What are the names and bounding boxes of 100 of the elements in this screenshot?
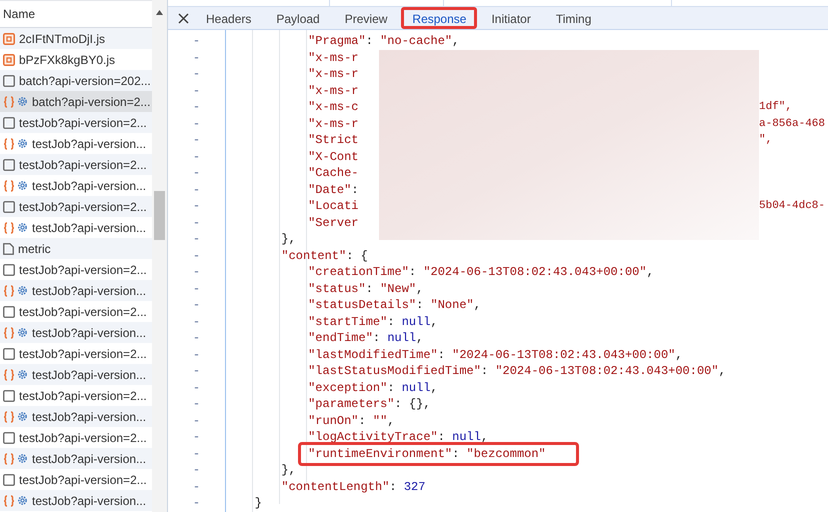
gear-icon: [17, 327, 28, 338]
gear-icon: [17, 369, 28, 380]
request-row[interactable]: testJob?api-version...: [0, 448, 152, 469]
code-line: "Locati: [308, 198, 359, 214]
gear-icon: [17, 180, 28, 191]
code-fragment: 5b04-4dc8-: [759, 199, 826, 214]
line-marker: -: [192, 182, 202, 198]
tab[interactable]: Initiator: [480, 7, 542, 29]
gear-icon: [17, 495, 28, 506]
code-line: "lastStatusModifiedTime": "2024-06-13T08:02:43.043+00:00",: [308, 363, 726, 380]
braces-icon: [3, 410, 15, 422]
document-icon: [3, 158, 15, 170]
page-icon: [3, 242, 14, 254]
line-marker: -: [192, 66, 202, 82]
column-header[interactable]: Name: [0, 5, 36, 27]
request-row[interactable]: testJob?api-version...: [0, 280, 152, 301]
braces-icon: [3, 452, 15, 464]
script-file-icon: [3, 32, 15, 44]
gear-icon: [17, 453, 28, 464]
scrollbar[interactable]: [152, 0, 167, 512]
tab[interactable]: Headers: [195, 7, 262, 29]
braces-icon: [3, 326, 15, 338]
document-icon: [3, 474, 15, 486]
document-icon: [3, 264, 15, 276]
line-marker: -: [192, 446, 202, 462]
line-marker: -: [192, 396, 202, 412]
document-icon: [3, 306, 15, 318]
code-line: "statusDetails": "None",: [308, 297, 481, 314]
code-fragment: ",: [759, 133, 772, 148]
request-row[interactable]: testJob?api-version...: [0, 364, 152, 385]
code-line: },: [281, 462, 296, 478]
code-line: "x-ms-r: [308, 50, 359, 66]
code-line: "runOn": "",: [308, 412, 395, 429]
line-marker: -: [192, 214, 202, 231]
line-marker: -: [192, 264, 202, 280]
close-icon[interactable]: [178, 12, 189, 24]
document-icon: [3, 432, 15, 444]
code-line: "x-ms-r: [308, 82, 359, 99]
code-fragment: 1df",: [759, 100, 792, 115]
code-line: "creationTime": "2024-06-13T08:02:43.043+00:00",: [308, 264, 654, 280]
braces-icon: [3, 96, 15, 108]
document-icon: [3, 116, 15, 128]
script-file-icon: [3, 54, 15, 66]
request-row[interactable]: 2cIFtNTmoDjI.js: [0, 28, 152, 49]
request-row[interactable]: batch?api-version=202...: [0, 70, 152, 91]
code-line: "x-ms-r: [308, 116, 359, 132]
line-marker: -: [192, 314, 202, 330]
code-line: "Cache-: [308, 165, 359, 182]
document-icon: [3, 74, 15, 86]
code-line: "x-ms-c: [308, 99, 359, 116]
code-line: "parameters": {},: [308, 396, 431, 412]
line-marker: -: [192, 132, 202, 148]
request-row[interactable]: testJob?api-version...: [0, 490, 152, 511]
tab[interactable]: Response: [401, 7, 478, 29]
gear-icon: [17, 411, 28, 422]
request-row[interactable]: testJob?api-version=2...: [0, 196, 152, 217]
document-icon: [3, 200, 15, 212]
gear-icon: [17, 285, 28, 296]
braces-icon: [3, 494, 15, 506]
tab[interactable]: Payload: [265, 7, 331, 29]
gear-icon: [17, 222, 28, 233]
line-marker: -: [192, 346, 202, 363]
line-marker: -: [192, 478, 202, 495]
tab[interactable]: Timing: [544, 7, 602, 29]
code-line: "Pragma": "no-cache",: [308, 33, 460, 50]
line-marker: -: [192, 165, 202, 182]
request-row[interactable]: testJob?api-version=2...: [0, 112, 152, 133]
line-marker: -: [192, 116, 202, 132]
line-marker: -: [192, 99, 202, 116]
line-marker: -: [192, 380, 202, 396]
gear-icon: [17, 138, 28, 149]
line-marker: -: [192, 363, 202, 380]
request-row[interactable]: testJob?api-version...: [0, 322, 152, 343]
document-icon: [3, 390, 15, 402]
scroll-up-arrow-icon[interactable]: [156, 10, 163, 15]
line-marker: -: [192, 412, 202, 429]
line-marker: -: [192, 50, 202, 66]
braces-icon: [3, 222, 15, 234]
request-row[interactable]: metric: [0, 238, 152, 259]
line-marker: -: [192, 248, 202, 264]
code-line: "Date":: [308, 182, 359, 198]
code-line: "Strict: [308, 132, 359, 148]
code-line: },: [281, 231, 296, 248]
line-marker: -: [192, 297, 202, 314]
request-row[interactable]: batch?api-version=2...: [0, 91, 152, 112]
line-marker: -: [192, 429, 202, 446]
line-marker: -: [192, 330, 202, 346]
line-marker: -: [192, 495, 202, 512]
scrollbar-thumb[interactable]: [154, 191, 165, 240]
line-marker: -: [192, 82, 202, 99]
tab[interactable]: Preview: [334, 7, 398, 29]
code-line: "contentLength": 327: [281, 478, 426, 495]
line-marker: -: [192, 231, 202, 248]
braces-icon: [3, 138, 15, 150]
request-row[interactable]: testJob?api-version=2...: [0, 154, 152, 175]
code-line: }: [254, 495, 262, 512]
code-line: "lastModifiedTime": "2024-06-13T08:02:43.043+00:00",: [308, 346, 683, 363]
gear-icon: [17, 96, 28, 107]
braces-icon: [3, 368, 15, 380]
request-row[interactable]: testJob?api-version...: [0, 406, 152, 427]
